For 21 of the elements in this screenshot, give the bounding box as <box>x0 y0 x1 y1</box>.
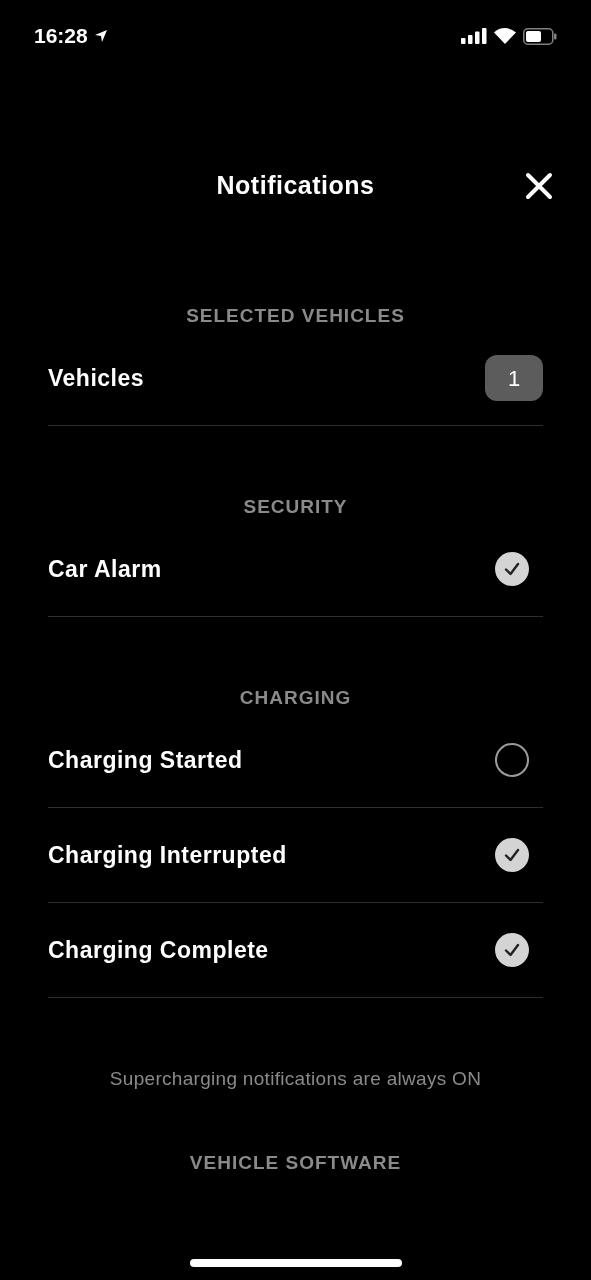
signal-icon <box>461 28 487 44</box>
checked-icon[interactable] <box>495 933 529 967</box>
wifi-icon <box>494 28 516 44</box>
row-label: Charging Started <box>48 745 243 775</box>
count-badge[interactable]: 1 <box>485 355 543 401</box>
row-label: Charging Complete <box>48 935 269 965</box>
location-icon <box>93 29 108 43</box>
section-header: VEHICLE SOFTWARE <box>189 1152 402 1174</box>
checked-icon[interactable] <box>495 552 529 586</box>
battery-icon <box>523 27 557 45</box>
section-header: SELECTED VEHICLES <box>186 305 405 327</box>
row-label: Vehicles <box>48 363 145 393</box>
status-time: 16:28 <box>34 23 88 50</box>
row-label: Charging Interrupted <box>48 840 287 870</box>
section-header: CHARGING <box>239 687 352 709</box>
footnote-text: Supercharging notifications are always ON <box>109 1068 482 1090</box>
page-title: Notifications <box>216 170 375 202</box>
section-header: SECURITY <box>243 496 348 518</box>
close-icon[interactable] <box>523 170 555 202</box>
row-label: Car Alarm <box>48 554 162 584</box>
checked-icon[interactable] <box>495 838 529 872</box>
